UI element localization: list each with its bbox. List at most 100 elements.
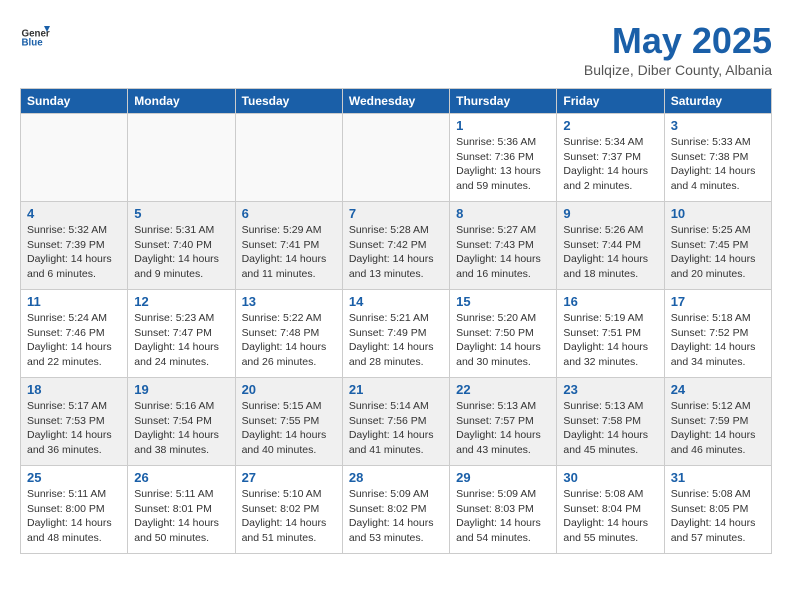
day-number: 24 [671,382,765,397]
calendar-cell: 11 Sunrise: 5:24 AMSunset: 7:46 PMDayligh… [21,290,128,378]
week-row-4: 18 Sunrise: 5:17 AMSunset: 7:53 PMDayligh… [21,378,772,466]
day-number: 11 [27,294,121,309]
cell-info: Sunrise: 5:09 AMSunset: 8:03 PMDaylight:… [456,487,550,546]
month-title: May 2025 [584,20,772,62]
calendar-cell: 14 Sunrise: 5:21 AMSunset: 7:49 PMDayligh… [342,290,449,378]
page-header: General Blue May 2025 Bulqize, Diber Cou… [20,20,772,78]
cell-info: Sunrise: 5:36 AMSunset: 7:36 PMDaylight:… [456,135,550,194]
calendar-cell: 30Sunrise: 5:08 AMSunset: 8:04 PMDayligh… [557,466,664,554]
week-row-3: 11 Sunrise: 5:24 AMSunset: 7:46 PMDayligh… [21,290,772,378]
day-number: 5 [134,206,228,221]
week-row-2: 4 Sunrise: 5:32 AMSunset: 7:39 PMDaylight… [21,202,772,290]
day-number: 31 [671,470,765,485]
calendar-cell: 2 Sunrise: 5:34 AMSunset: 7:37 PMDaylight… [557,114,664,202]
day-number: 17 [671,294,765,309]
day-number: 28 [349,470,443,485]
day-number: 6 [242,206,336,221]
calendar-cell: 29Sunrise: 5:09 AMSunset: 8:03 PMDayligh… [450,466,557,554]
col-header-tuesday: Tuesday [235,89,342,114]
calendar-cell: 5 Sunrise: 5:31 AMSunset: 7:40 PMDaylight… [128,202,235,290]
col-header-monday: Monday [128,89,235,114]
calendar-cell [342,114,449,202]
calendar-cell: 7 Sunrise: 5:28 AMSunset: 7:42 PMDaylight… [342,202,449,290]
cell-info: Sunrise: 5:26 AMSunset: 7:44 PMDaylight:… [563,223,657,282]
cell-info: Sunrise: 5:16 AMSunset: 7:54 PMDaylight:… [134,399,228,458]
calendar-cell: 24 Sunrise: 5:12 AMSunset: 7:59 PMDayligh… [664,378,771,466]
day-number: 21 [349,382,443,397]
day-number: 8 [456,206,550,221]
cell-info: Sunrise: 5:18 AMSunset: 7:52 PMDaylight:… [671,311,765,370]
cell-info: Sunrise: 5:24 AMSunset: 7:46 PMDaylight:… [27,311,121,370]
cell-info: Sunrise: 5:08 AMSunset: 8:04 PMDaylight:… [563,487,657,546]
calendar-cell [21,114,128,202]
calendar-cell: 21 Sunrise: 5:14 AMSunset: 7:56 PMDayligh… [342,378,449,466]
cell-info: Sunrise: 5:14 AMSunset: 7:56 PMDaylight:… [349,399,443,458]
cell-info: Sunrise: 5:19 AMSunset: 7:51 PMDaylight:… [563,311,657,370]
calendar-cell: 27Sunrise: 5:10 AMSunset: 8:02 PMDayligh… [235,466,342,554]
calendar-cell: 25Sunrise: 5:11 AMSunset: 8:00 PMDayligh… [21,466,128,554]
week-row-5: 25Sunrise: 5:11 AMSunset: 8:00 PMDayligh… [21,466,772,554]
cell-info: Sunrise: 5:21 AMSunset: 7:49 PMDaylight:… [349,311,443,370]
cell-info: Sunrise: 5:22 AMSunset: 7:48 PMDaylight:… [242,311,336,370]
svg-text:Blue: Blue [22,38,44,49]
cell-info: Sunrise: 5:11 AMSunset: 8:01 PMDaylight:… [134,487,228,546]
calendar-cell: 22Sunrise: 5:13 AMSunset: 7:57 PMDayligh… [450,378,557,466]
day-number: 10 [671,206,765,221]
calendar-cell: 16 Sunrise: 5:19 AMSunset: 7:51 PMDayligh… [557,290,664,378]
calendar-cell: 26 Sunrise: 5:11 AMSunset: 8:01 PMDayligh… [128,466,235,554]
calendar-cell [128,114,235,202]
calendar-cell: 6 Sunrise: 5:29 AMSunset: 7:41 PMDaylight… [235,202,342,290]
day-number: 4 [27,206,121,221]
cell-info: Sunrise: 5:31 AMSunset: 7:40 PMDaylight:… [134,223,228,282]
cell-info: Sunrise: 5:25 AMSunset: 7:45 PMDaylight:… [671,223,765,282]
cell-info: Sunrise: 5:13 AMSunset: 7:57 PMDaylight:… [456,399,550,458]
calendar-cell: 31 Sunrise: 5:08 AMSunset: 8:05 PMDayligh… [664,466,771,554]
location-title: Bulqize, Diber County, Albania [584,62,772,78]
day-number: 9 [563,206,657,221]
logo: General Blue [20,20,50,50]
col-header-sunday: Sunday [21,89,128,114]
calendar-cell: 23 Sunrise: 5:13 AMSunset: 7:58 PMDayligh… [557,378,664,466]
cell-info: Sunrise: 5:13 AMSunset: 7:58 PMDaylight:… [563,399,657,458]
cell-info: Sunrise: 5:08 AMSunset: 8:05 PMDaylight:… [671,487,765,546]
calendar-cell: 9 Sunrise: 5:26 AMSunset: 7:44 PMDaylight… [557,202,664,290]
cell-info: Sunrise: 5:12 AMSunset: 7:59 PMDaylight:… [671,399,765,458]
cell-info: Sunrise: 5:29 AMSunset: 7:41 PMDaylight:… [242,223,336,282]
cell-info: Sunrise: 5:32 AMSunset: 7:39 PMDaylight:… [27,223,121,282]
cell-info: Sunrise: 5:09 AMSunset: 8:02 PMDaylight:… [349,487,443,546]
col-header-wednesday: Wednesday [342,89,449,114]
day-number: 14 [349,294,443,309]
calendar-cell: 28 Sunrise: 5:09 AMSunset: 8:02 PMDayligh… [342,466,449,554]
calendar-cell: 1 Sunrise: 5:36 AMSunset: 7:36 PMDaylight… [450,114,557,202]
day-number: 23 [563,382,657,397]
day-number: 18 [27,382,121,397]
cell-info: Sunrise: 5:17 AMSunset: 7:53 PMDaylight:… [27,399,121,458]
day-number: 19 [134,382,228,397]
calendar-table: SundayMondayTuesdayWednesdayThursdayFrid… [20,88,772,554]
calendar-cell: 19 Sunrise: 5:16 AMSunset: 7:54 PMDayligh… [128,378,235,466]
day-number: 7 [349,206,443,221]
col-header-thursday: Thursday [450,89,557,114]
cell-info: Sunrise: 5:20 AMSunset: 7:50 PMDaylight:… [456,311,550,370]
calendar-cell: 8Sunrise: 5:27 AMSunset: 7:43 PMDaylight… [450,202,557,290]
cell-info: Sunrise: 5:23 AMSunset: 7:47 PMDaylight:… [134,311,228,370]
cell-info: Sunrise: 5:34 AMSunset: 7:37 PMDaylight:… [563,135,657,194]
calendar-cell: 3 Sunrise: 5:33 AMSunset: 7:38 PMDaylight… [664,114,771,202]
day-number: 1 [456,118,550,133]
calendar-cell: 15Sunrise: 5:20 AMSunset: 7:50 PMDayligh… [450,290,557,378]
cell-info: Sunrise: 5:33 AMSunset: 7:38 PMDaylight:… [671,135,765,194]
day-number: 20 [242,382,336,397]
calendar-header-row: SundayMondayTuesdayWednesdayThursdayFrid… [21,89,772,114]
day-number: 16 [563,294,657,309]
calendar-cell: 17 Sunrise: 5:18 AMSunset: 7:52 PMDayligh… [664,290,771,378]
cell-info: Sunrise: 5:15 AMSunset: 7:55 PMDaylight:… [242,399,336,458]
col-header-saturday: Saturday [664,89,771,114]
day-number: 2 [563,118,657,133]
day-number: 12 [134,294,228,309]
day-number: 26 [134,470,228,485]
week-row-1: 1 Sunrise: 5:36 AMSunset: 7:36 PMDaylight… [21,114,772,202]
cell-info: Sunrise: 5:28 AMSunset: 7:42 PMDaylight:… [349,223,443,282]
title-block: May 2025 Bulqize, Diber County, Albania [584,20,772,78]
day-number: 25 [27,470,121,485]
day-number: 3 [671,118,765,133]
